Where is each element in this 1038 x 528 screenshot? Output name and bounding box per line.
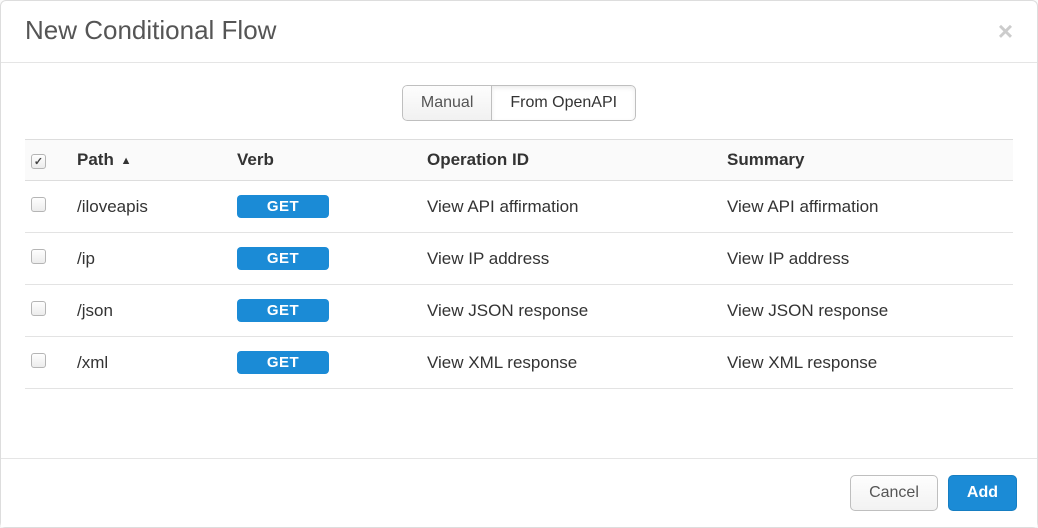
sort-ascending-icon: ▲ [121, 155, 132, 167]
select-all-checkbox[interactable] [31, 154, 46, 169]
cancel-button[interactable]: Cancel [850, 475, 938, 511]
row-path: /ip [71, 233, 231, 285]
row-operation-id: View API affirmation [421, 181, 721, 233]
header-operation-id[interactable]: Operation ID [421, 140, 721, 181]
dialog-body: Manual From OpenAPI Path ▲ Verb Operatio… [1, 63, 1037, 458]
new-conditional-flow-dialog: New Conditional Flow × Manual From OpenA… [0, 0, 1038, 528]
dialog-title: New Conditional Flow [25, 15, 276, 46]
add-button[interactable]: Add [948, 475, 1017, 511]
tab-from-openapi[interactable]: From OpenAPI [492, 85, 636, 121]
verb-badge: GET [237, 195, 329, 218]
row-checkbox[interactable] [31, 353, 46, 368]
row-operation-id: View JSON response [421, 285, 721, 337]
verb-badge: GET [237, 299, 329, 322]
row-path: /iloveapis [71, 181, 231, 233]
row-summary: View XML response [721, 337, 1013, 389]
row-operation-id: View XML response [421, 337, 721, 389]
operations-table: Path ▲ Verb Operation ID Summary /ilovea… [25, 139, 1013, 389]
row-checkbox[interactable] [31, 249, 46, 264]
mode-toggle-row: Manual From OpenAPI [25, 63, 1013, 139]
table-row: /iloveapis GET View API affirmationView AP… [25, 181, 1013, 233]
dialog-header: New Conditional Flow × [1, 1, 1037, 63]
close-icon[interactable]: × [998, 18, 1013, 44]
mode-toggle: Manual From OpenAPI [402, 85, 636, 121]
header-select-all [25, 140, 71, 181]
tab-manual[interactable]: Manual [402, 85, 492, 121]
row-checkbox[interactable] [31, 197, 46, 212]
verb-badge: GET [237, 247, 329, 270]
row-verb-cell: GET [231, 285, 421, 337]
header-verb[interactable]: Verb [231, 140, 421, 181]
table-row: /json GET View JSON responseView JSON resp… [25, 285, 1013, 337]
dialog-footer: Cancel Add [1, 458, 1037, 527]
row-path: /xml [71, 337, 231, 389]
header-path[interactable]: Path ▲ [71, 140, 231, 181]
row-summary: View JSON response [721, 285, 1013, 337]
row-checkbox[interactable] [31, 301, 46, 316]
verb-badge: GET [237, 351, 329, 374]
row-path: /json [71, 285, 231, 337]
table-row: /xml GET View XML responseView XML respons… [25, 337, 1013, 389]
row-verb-cell: GET [231, 233, 421, 285]
row-verb-cell: GET [231, 181, 421, 233]
table-row: /ip GET View IP addressView IP address [25, 233, 1013, 285]
row-summary: View API affirmation [721, 181, 1013, 233]
header-path-label: Path [77, 150, 114, 169]
row-summary: View IP address [721, 233, 1013, 285]
row-operation-id: View IP address [421, 233, 721, 285]
row-verb-cell: GET [231, 337, 421, 389]
header-summary[interactable]: Summary [721, 140, 1013, 181]
